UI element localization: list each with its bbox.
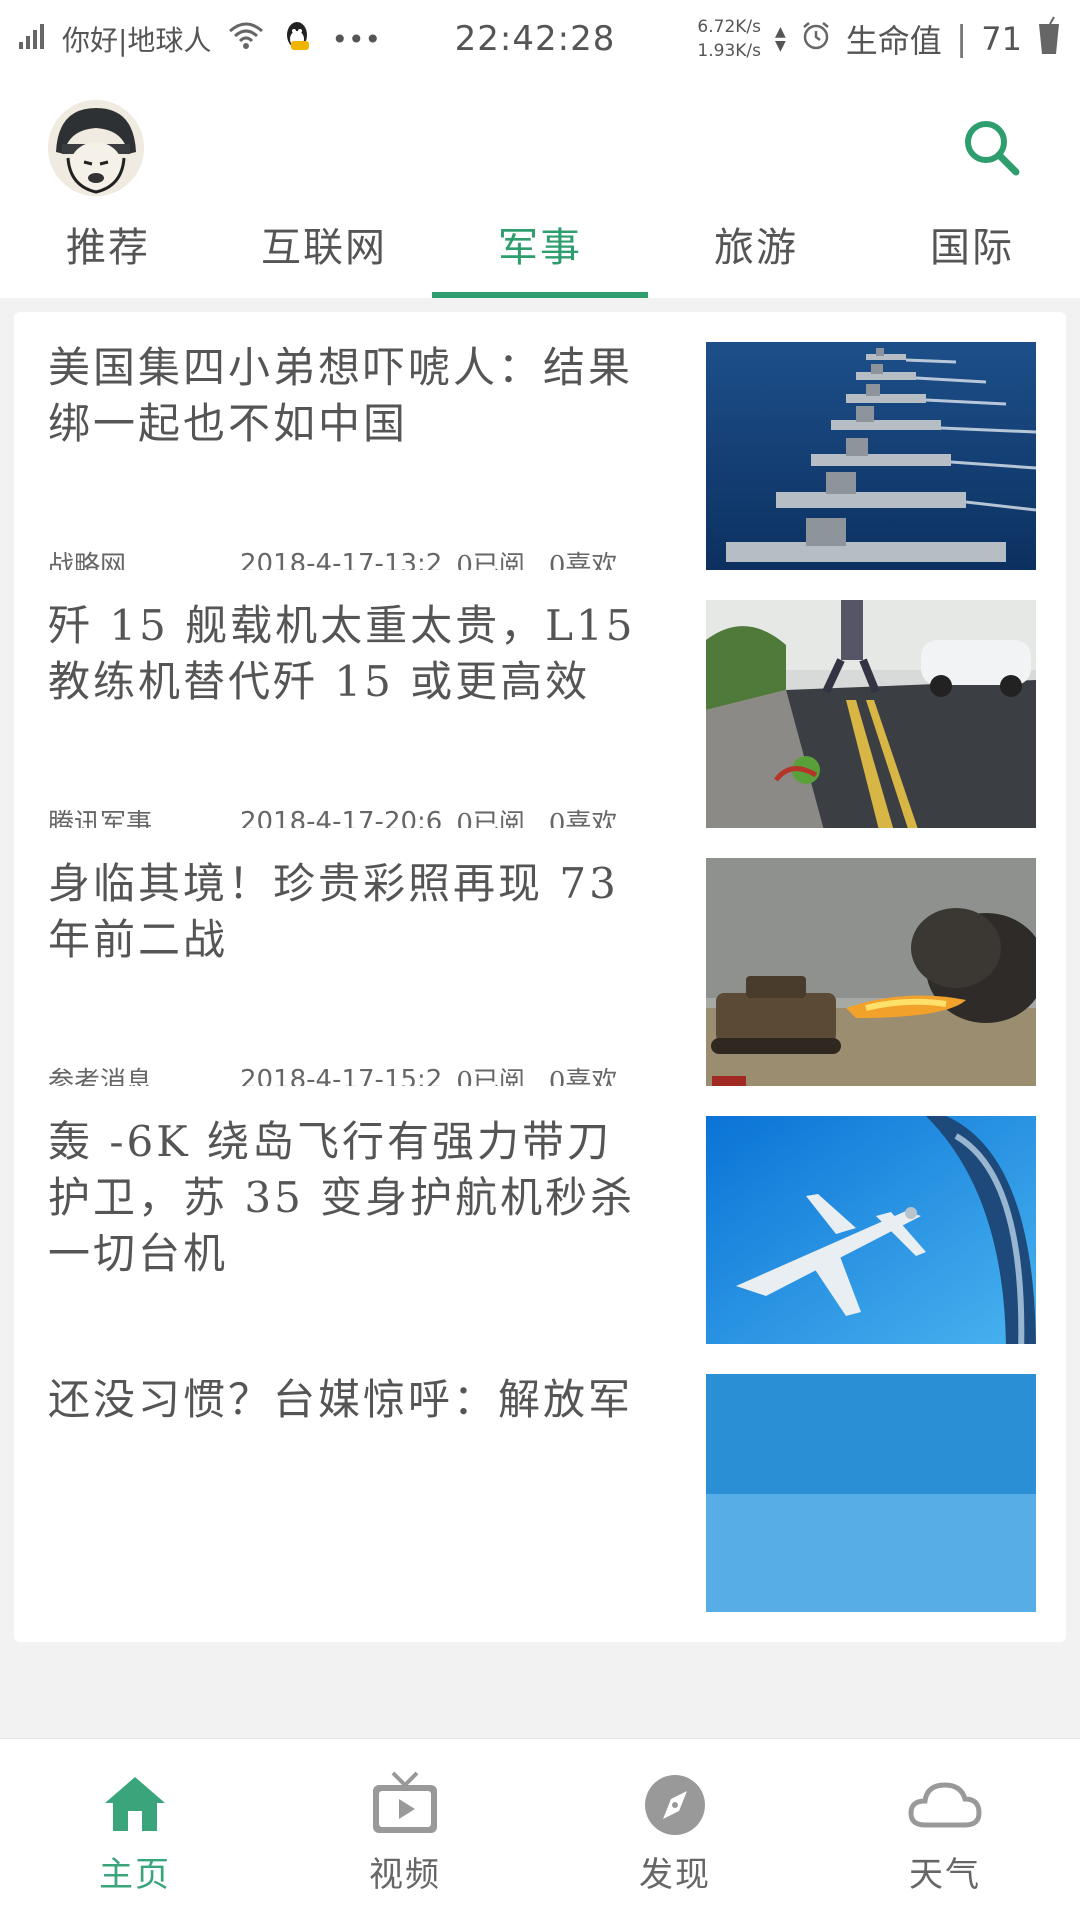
carrier-text: 你好|地球人 xyxy=(62,24,212,57)
nav-weather[interactable]: 天气 xyxy=(810,1739,1080,1920)
news-title: 美国集四小弟想吓唬人：结果绑一起也不如中国 xyxy=(48,343,634,448)
news-card[interactable]: 美国集四小弟想吓唬人：结果绑一起也不如中国 战略网 2018-4-17-13:2… xyxy=(14,312,1066,610)
news-card[interactable]: 还没习惯？台媒惊呼：解放军 xyxy=(14,1344,1066,1642)
news-title: 歼 15 舰载机太重太贵，L15 教练机替代歼 15 或更高效 xyxy=(48,601,636,706)
fighter-jet-thumbnail xyxy=(706,1116,1036,1354)
nav-discover-label: 发现 xyxy=(639,1855,711,1895)
nav-home[interactable]: 主页 xyxy=(0,1739,270,1920)
tv-icon xyxy=(365,1769,445,1839)
app-screen: 你好|地球人 ••• 22:42:28 6.72K/s 1.93K/s ▲ ▼ … xyxy=(0,0,1080,1920)
app-header: 推荐 互联网 军事 旅游 国际 xyxy=(0,78,1080,298)
network-speed: 6.72K/s 1.93K/s xyxy=(697,15,761,63)
download-speed: 1.93K/s xyxy=(697,41,762,61)
news-title: 还没习惯？台媒惊呼：解放军 xyxy=(48,1375,634,1424)
bottom-navigation: 主页 视频 发现 天气 xyxy=(0,1738,1080,1920)
nav-home-label: 主页 xyxy=(99,1855,171,1895)
transfer-arrows-icon: ▲ ▼ xyxy=(775,24,786,54)
tab-international[interactable]: 国际 xyxy=(864,218,1080,298)
flame-tank-thumbnail xyxy=(706,858,1036,1096)
news-title: 轰 -6K 绕岛飞行有强力带刀护卫，苏 35 变身护航机秒杀一切台机 xyxy=(48,1117,636,1278)
status-right: 6.72K/s 1.93K/s ▲ ▼ 生命值 | 71 xyxy=(632,15,1062,63)
nav-video[interactable]: 视频 xyxy=(270,1739,540,1920)
tab-internet[interactable]: 互联网 xyxy=(216,218,432,298)
category-tabs: 推荐 互联网 军事 旅游 国际 xyxy=(0,218,1080,298)
news-title: 身临其境！珍贵彩照再现 73 年前二战 xyxy=(48,859,619,964)
compass-icon xyxy=(635,1769,715,1839)
news-feed[interactable]: 美国集四小弟想吓唬人：结果绑一起也不如中国 战略网 2018-4-17-13:2… xyxy=(0,298,1080,1738)
news-card[interactable]: 歼 15 舰载机太重太贵，L15 教练机替代歼 15 或更高效 腾讯军事 201… xyxy=(14,570,1066,868)
nav-video-label: 视频 xyxy=(369,1855,441,1895)
battery-level: 71 xyxy=(981,20,1022,58)
nav-weather-label: 天气 xyxy=(909,1855,981,1895)
sky-thumbnail xyxy=(706,1374,1036,1612)
home-icon xyxy=(95,1769,175,1839)
tab-military[interactable]: 军事 xyxy=(432,218,648,298)
status-left: 你好|地球人 ••• xyxy=(18,19,438,60)
upload-speed: 6.72K/s xyxy=(697,17,762,37)
more-notifications-dots: ••• xyxy=(331,22,381,56)
news-card[interactable]: 轰 -6K 绕岛飞行有强力带刀护卫，苏 35 变身护航机秒杀一切台机 xyxy=(14,1086,1066,1384)
alarm-icon xyxy=(800,20,832,59)
cloud-icon xyxy=(905,1769,985,1839)
signal-icon xyxy=(18,22,46,57)
qq-icon xyxy=(281,19,315,60)
wifi-icon xyxy=(227,21,265,58)
search-icon[interactable] xyxy=(958,114,1028,184)
tab-travel[interactable]: 旅游 xyxy=(648,218,864,298)
status-bar: 你好|地球人 ••• 22:42:28 6.72K/s 1.93K/s ▲ ▼ … xyxy=(0,0,1080,78)
warships-thumbnail xyxy=(706,342,1036,580)
clock: 22:42:28 xyxy=(454,19,616,59)
battery-cup-icon xyxy=(1036,16,1062,63)
news-card[interactable]: 身临其境！珍贵彩照再现 73 年前二战 参考消息 2018-4-17-15:2 … xyxy=(14,828,1066,1126)
status-separator: | xyxy=(955,19,968,59)
tab-recommend[interactable]: 推荐 xyxy=(0,218,216,298)
wet-road-thumbnail xyxy=(706,600,1036,838)
helmet-meme-avatar-icon[interactable] xyxy=(48,100,144,196)
nav-discover[interactable]: 发现 xyxy=(540,1739,810,1920)
life-label: 生命值 xyxy=(845,22,942,60)
